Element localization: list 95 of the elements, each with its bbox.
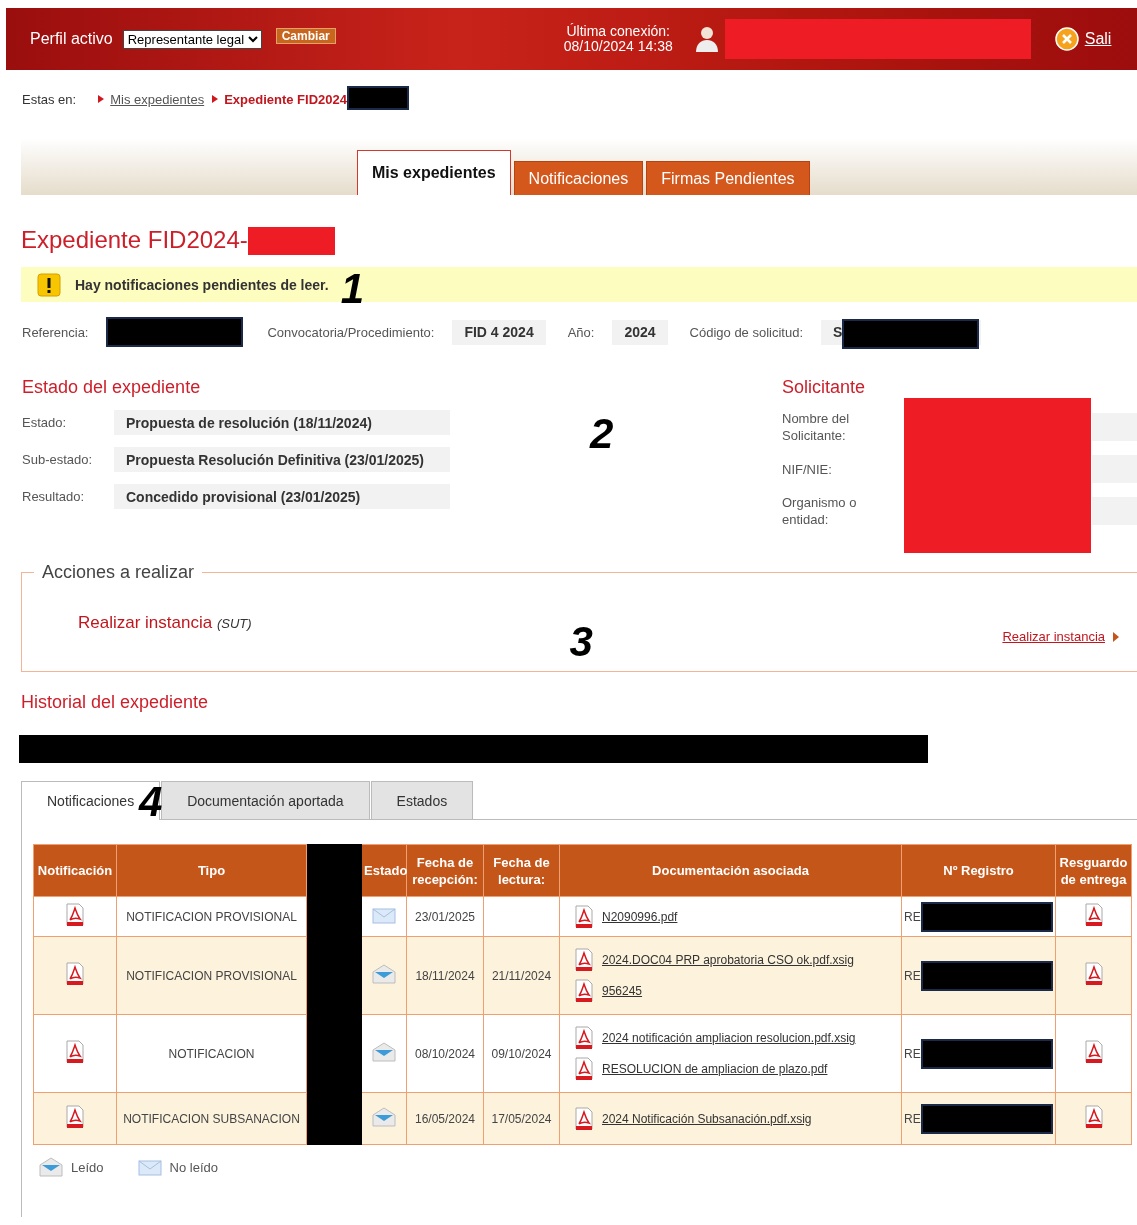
page-title: Expediente FID2024- (21, 226, 248, 254)
document-link[interactable]: 2024 notificación ampliacion resolucion.pdf.xsig (602, 1031, 856, 1045)
document-link[interactable]: RESOLUCION de ampliacion de plazo.pdf (602, 1062, 828, 1076)
pdf-file-icon[interactable] (1083, 1105, 1104, 1129)
user-icon (694, 25, 719, 53)
action-link[interactable]: Realizar instancia (1002, 629, 1105, 644)
field-label: Organismo o entidad: (782, 494, 858, 528)
field-label: Estado: (22, 415, 68, 430)
field-value: Propuesta de resolución (18/11/2024) (114, 410, 450, 435)
table-cell: RE (904, 968, 921, 983)
pdf-file-icon[interactable] (574, 1026, 594, 1050)
field-label: Convocatoria/Procedimiento: (267, 324, 435, 340)
field-label: Resultado: (22, 489, 86, 504)
table-cell: 18/11/2024 (406, 936, 484, 1015)
field-label: Código de solicitud: (689, 324, 804, 340)
redaction-block (347, 86, 409, 110)
caret-icon[interactable] (1113, 631, 1119, 642)
field-label: Sub-estado: (22, 452, 94, 467)
nav-tab[interactable]: Notificaciones (513, 161, 644, 195)
pdf-file-icon[interactable] (65, 1040, 85, 1064)
annotation-number: 2 (590, 419, 614, 449)
field-label: Nombre del Solicitante: (782, 410, 851, 444)
table-cell: 08/10/2024 (406, 1014, 484, 1093)
breadcrumb-link[interactable]: Mis expedientes (110, 91, 205, 107)
pdf-file-icon[interactable] (65, 962, 85, 986)
column-header: Tipo (116, 844, 307, 897)
table-cell: NOTIFICACION SUBSANACION (116, 1092, 307, 1145)
field-value: Propuesta Resolución Definitiva (23/01/2025) (114, 447, 450, 472)
table-cell: RE (904, 909, 921, 924)
panel-legend: Acciones a realizar (34, 562, 203, 583)
column-header: Estado (361, 844, 407, 897)
annotation-number: 3 (569, 627, 593, 657)
document-link[interactable]: 2024.DOC04 PRP aprobatoria CSO ok.pdf.xsig (602, 953, 854, 967)
table-cell: NOTIFICACION PROVISIONAL (116, 936, 307, 1015)
action-text: Realizar instancia (SUT) (78, 613, 252, 633)
column-header: Resguardo de entrega (1055, 844, 1132, 897)
field-label: Año: (567, 324, 595, 340)
last-connection-text: Última conexión: 08/10/2024 14:38 (563, 24, 673, 54)
annotation-number: 1 (340, 273, 364, 304)
document-link[interactable]: N2090996.pdf (602, 909, 678, 924)
change-button[interactable]: Cambiar (275, 28, 336, 44)
bullet-icon (98, 95, 105, 103)
pdf-file-icon[interactable] (1083, 903, 1104, 927)
annotation-number: 4 (139, 787, 163, 817)
pdf-file-icon[interactable] (574, 904, 594, 929)
breadcrumb-label: Estas en: (22, 91, 77, 107)
table-cell: RE (904, 1111, 921, 1126)
nav-tab[interactable]: Firmas Pendientes (646, 161, 810, 195)
field-value: 2024 (612, 319, 668, 345)
table-cell: 21/11/2024 (483, 936, 560, 1015)
table-cell: NOTIFICACION (116, 1014, 307, 1093)
table-cell: 16/05/2024 (406, 1092, 484, 1145)
table-cell: RE (904, 1046, 921, 1061)
legend-label: No leído (169, 1159, 218, 1175)
section-title: Historial del expediente (21, 692, 210, 713)
pdf-file-icon[interactable] (574, 1057, 594, 1081)
section-title: Estado del expediente (22, 377, 202, 398)
section-title: Solicitante (782, 377, 867, 398)
table-cell: 09/10/2024 (483, 1014, 560, 1093)
value-box (1092, 455, 1137, 483)
alert-text: Hay notificaciones pendientes de leer. (75, 276, 329, 293)
column-header: Nº Registro (901, 844, 1056, 897)
pdf-file-icon[interactable] (574, 948, 594, 972)
table-cell: 23/01/2025 (406, 896, 484, 937)
pdf-file-icon[interactable] (65, 1105, 85, 1129)
field-value: FID 4 2024 (452, 319, 546, 345)
tab[interactable]: Estados (370, 781, 474, 819)
field-label: Referencia: (22, 324, 89, 340)
column-header: Fecha de lectura: (483, 844, 560, 897)
close-icon[interactable] (1054, 27, 1079, 51)
warning-icon (37, 272, 61, 297)
value-box (1092, 497, 1137, 525)
pdf-file-icon[interactable] (1083, 962, 1104, 986)
column-header: Fecha de recepción: (406, 844, 484, 897)
document-link[interactable]: 956245 (602, 984, 643, 998)
logout-link[interactable]: Sali (1084, 30, 1112, 48)
breadcrumb-link[interactable]: Expediente FID2024 (224, 91, 347, 107)
legend-label: Leído (71, 1159, 104, 1175)
pdf-file-icon[interactable] (65, 903, 85, 927)
table-cell: 17/05/2024 (483, 1092, 560, 1145)
pdf-file-icon[interactable] (574, 979, 594, 1003)
pdf-file-icon[interactable] (1083, 1040, 1104, 1064)
document-link[interactable]: 2024 Notificación Subsanación.pdf.xsig (602, 1111, 812, 1126)
value-box (1092, 413, 1137, 441)
column-header: Notificación (33, 844, 117, 897)
column-header: Documentación asociada (559, 844, 902, 897)
field-value: Concedido provisional (23/01/2025) (114, 484, 450, 509)
profile-label: Perfil activo (30, 30, 113, 48)
profile-select[interactable]: Representante legal (122, 29, 262, 49)
table-cell: NOTIFICACION PROVISIONAL (116, 896, 307, 937)
bullet-icon (212, 95, 219, 103)
tab[interactable]: Documentación aportada (161, 781, 370, 819)
nav-tab[interactable]: Mis expedientes (357, 150, 511, 195)
field-label: NIF/NIE: (782, 460, 833, 479)
pdf-file-icon[interactable] (574, 1106, 594, 1131)
